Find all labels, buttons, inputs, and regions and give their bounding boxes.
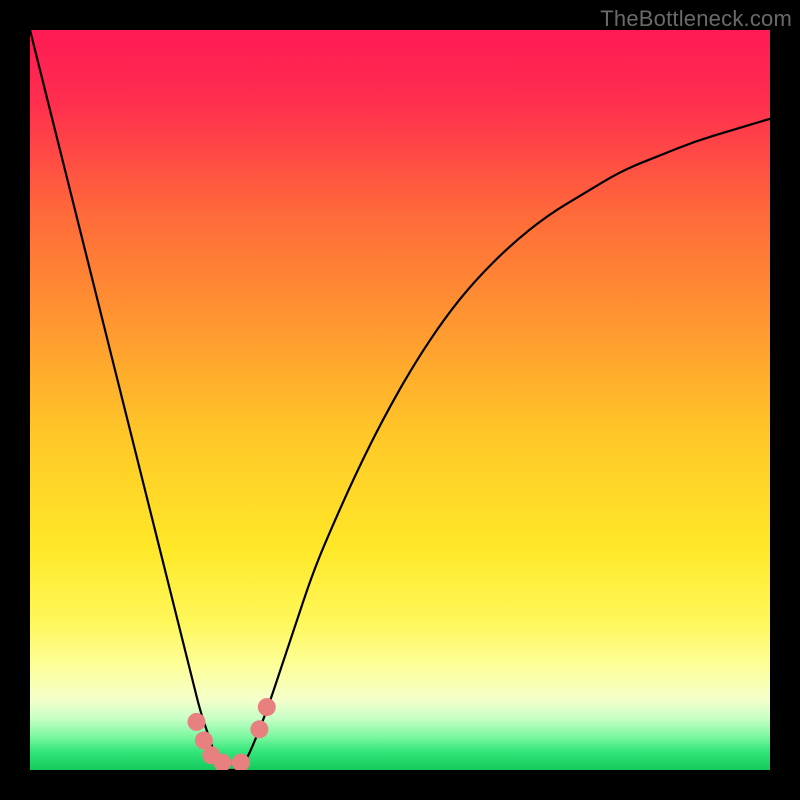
curve-marker	[250, 720, 268, 738]
curve-marker	[188, 713, 206, 731]
watermark-text: TheBottleneck.com	[600, 6, 792, 32]
bottleneck-chart	[30, 30, 770, 770]
chart-background	[30, 30, 770, 770]
curve-marker	[258, 698, 276, 716]
chart-frame	[30, 30, 770, 770]
